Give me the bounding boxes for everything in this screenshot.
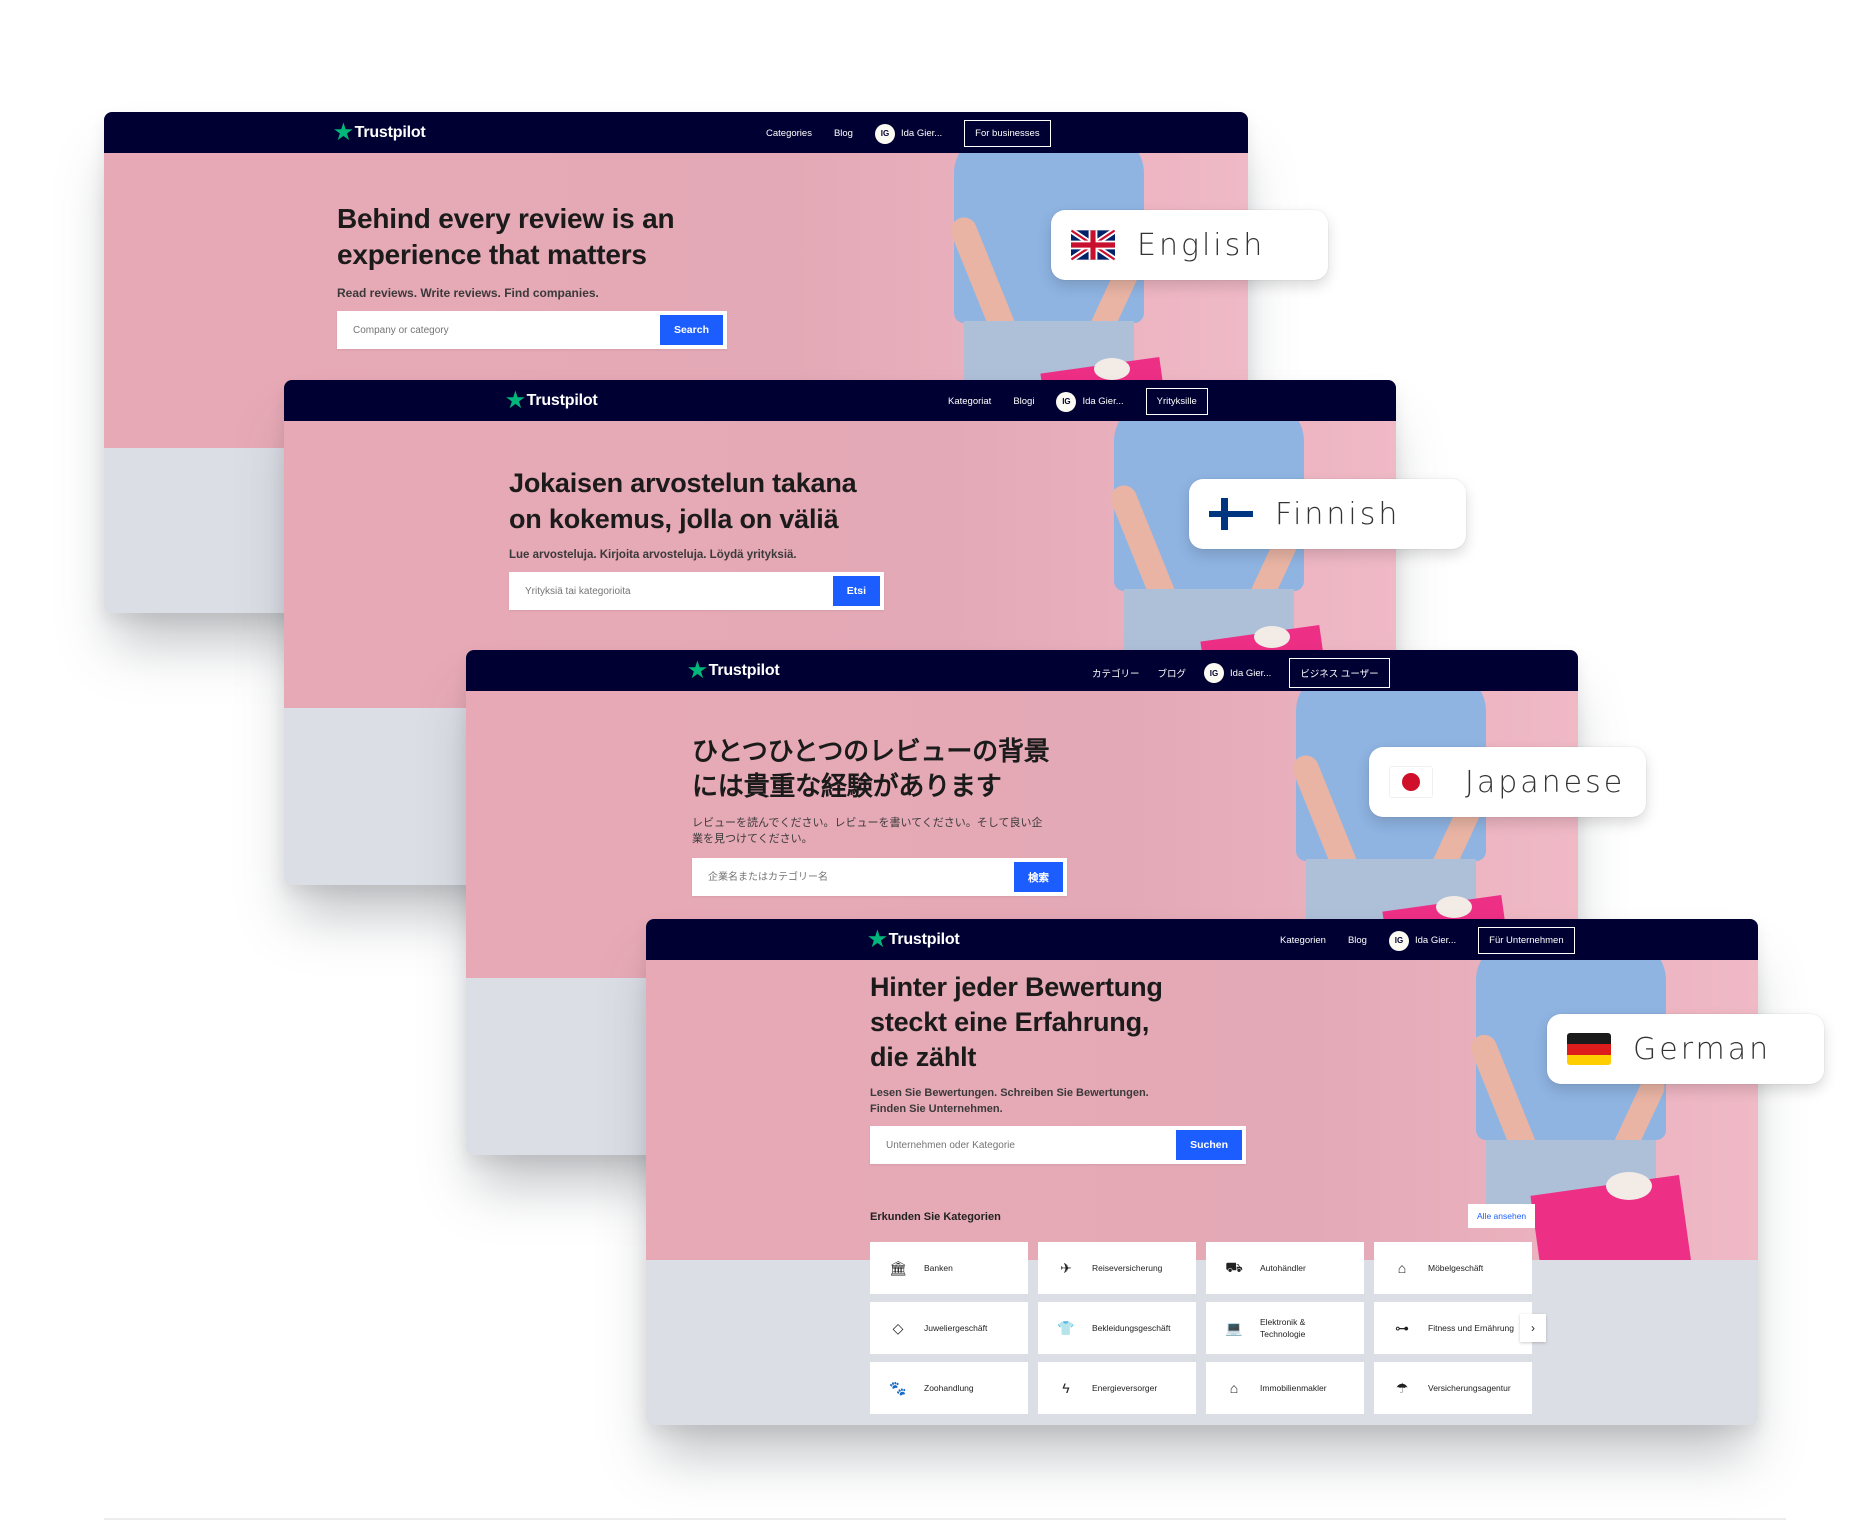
search-button[interactable]: Search: [659, 315, 723, 345]
nav-categories[interactable]: Kategoriat: [948, 396, 991, 407]
business-button[interactable]: ビジネス ユーザー: [1289, 658, 1390, 688]
hero-title: Jokaisen arvostelun takana on kokemus, j…: [509, 468, 857, 534]
germany-flag-icon: [1567, 1033, 1611, 1065]
avatar[interactable]: IG: [1204, 663, 1225, 683]
hero-title: ひとつひとつのレビューの背景 には貴重な経験があります: [692, 737, 1050, 802]
nav-categories[interactable]: カテゴリー: [1092, 666, 1140, 680]
house-icon: ⌂: [1229, 1380, 1239, 1396]
header-nav: Kategorien Blog IG Ida Gier... Für Unter…: [1280, 927, 1575, 954]
category-item[interactable]: ϟ Energieversorger: [1038, 1362, 1196, 1414]
bank-icon: 🏛: [889, 1259, 907, 1276]
hero-subtitle: Read reviews. Write reviews. Find compan…: [337, 286, 599, 300]
nav-blog[interactable]: Blog: [1348, 935, 1367, 946]
dumbbell-icon: ⊶: [1395, 1319, 1409, 1336]
category-item[interactable]: 🏛 Banken: [870, 1242, 1028, 1294]
paw-icon: 🐾: [889, 1379, 907, 1396]
chevron-right-icon: ›: [1531, 1321, 1535, 1335]
search-bar: Etsi: [509, 572, 884, 610]
card-german: ★ Trustpilot Kategorien Blog IG Ida Gier.…: [646, 919, 1758, 1425]
search-input[interactable]: [351, 323, 660, 337]
nav-blog[interactable]: Blog: [834, 128, 853, 139]
search-input[interactable]: [884, 1138, 1177, 1152]
user-name[interactable]: Ida Gier...: [901, 128, 942, 139]
trustpilot-logo[interactable]: ★ Trustpilot: [506, 390, 598, 411]
category-item[interactable]: ⛟ Autohändler: [1206, 1242, 1364, 1294]
trustpilot-logo[interactable]: ★ Trustpilot: [688, 660, 780, 681]
trustpilot-logo[interactable]: ★ Trustpilot: [868, 929, 960, 950]
site-header: ★ Trustpilot Kategorien Blog IG Ida Gier.…: [646, 919, 1758, 960]
carousel-next-button[interactable]: ›: [1520, 1314, 1546, 1342]
search-bar: 検索: [692, 858, 1067, 896]
language-pill-german: German: [1547, 1014, 1824, 1084]
language-pill-english: English: [1051, 210, 1328, 280]
star-icon: ★: [688, 659, 707, 682]
avatar[interactable]: IG: [1056, 391, 1077, 412]
avatar[interactable]: IG: [1388, 930, 1409, 951]
site-header: ★ Trustpilot カテゴリー ブログ IG Ida Gier... ビジネ…: [466, 650, 1578, 691]
user-name[interactable]: Ida Gier...: [1230, 668, 1271, 679]
user-name[interactable]: Ida Gier...: [1415, 935, 1456, 946]
airplane-icon: ✈: [1060, 1259, 1072, 1276]
business-button[interactable]: Yrityksille: [1145, 388, 1208, 415]
language-label: English: [1137, 227, 1266, 263]
search-bar: Search: [337, 311, 727, 349]
laptop-icon: 💻: [1225, 1319, 1243, 1336]
search-bar: Suchen: [870, 1126, 1246, 1164]
categories-heading: Erkunden Sie Kategorien: [870, 1211, 1001, 1223]
nav-categories[interactable]: Categories: [766, 128, 812, 139]
language-pill-finnish: Finnish: [1189, 479, 1466, 549]
site-header: ★ Trustpilot Categories Blog IG Ida Gier.…: [104, 112, 1248, 153]
hero-subtitle: Lesen Sie Bewertungen. Schreiben Sie Bew…: [870, 1087, 1149, 1115]
search-button[interactable]: 検索: [1014, 862, 1063, 892]
category-item[interactable]: ✈ Reiseversicherung: [1038, 1242, 1196, 1294]
language-label: German: [1633, 1031, 1772, 1067]
see-all-button[interactable]: Alle ansehen: [1468, 1204, 1536, 1228]
user-name[interactable]: Ida Gier...: [1082, 396, 1123, 407]
japan-flag-icon: [1389, 766, 1433, 798]
hero-subtitle: レビューを読んでください。レビューを書いてください。そして良い企 業を見つけてく…: [692, 816, 1043, 845]
search-button[interactable]: Suchen: [1176, 1130, 1242, 1160]
finland-flag-icon: [1209, 498, 1253, 530]
category-item[interactable]: 🐾 Zoohandlung: [870, 1362, 1028, 1414]
shirt-icon: 👕: [1057, 1319, 1075, 1336]
header-nav: Categories Blog IG Ida Gier... For busin…: [766, 120, 1051, 147]
site-header: ★ Trustpilot Kategoriat Blogi IG Ida Gier…: [284, 380, 1396, 421]
car-icon: ⛟: [1225, 1258, 1243, 1275]
star-icon: ★: [334, 121, 353, 144]
diamond-icon: ◇: [892, 1319, 904, 1336]
header-nav: カテゴリー ブログ IG Ida Gier... ビジネス ユーザー: [1092, 658, 1390, 688]
category-item[interactable]: 💻 Elektronik & Technologie: [1206, 1302, 1364, 1354]
business-button[interactable]: Für Unternehmen: [1478, 927, 1575, 954]
category-item[interactable]: ⊶ Fitness und Ernährung: [1374, 1302, 1532, 1354]
divider: [104, 1518, 1786, 1520]
nav-blog[interactable]: Blogi: [1013, 396, 1034, 407]
nav-categories[interactable]: Kategorien: [1280, 935, 1326, 946]
category-item[interactable]: ☂ Versicherungsagentur: [1374, 1362, 1532, 1414]
category-item[interactable]: ◇ Juweliergeschäft: [870, 1302, 1028, 1354]
header-nav: Kategoriat Blogi IG Ida Gier... Yrityksi…: [948, 388, 1208, 415]
business-button[interactable]: For businesses: [964, 120, 1051, 147]
category-item[interactable]: 👕 Bekleidungsgeschäft: [1038, 1302, 1196, 1354]
category-item[interactable]: ⌂ Immobilienmakler: [1206, 1362, 1364, 1414]
star-icon: ★: [506, 389, 525, 412]
uk-flag-icon: [1071, 229, 1115, 261]
umbrella-icon: ☂: [1395, 1379, 1409, 1396]
search-button[interactable]: Etsi: [832, 576, 880, 606]
trustpilot-logo[interactable]: ★ Trustpilot: [334, 122, 426, 143]
star-icon: ★: [868, 928, 887, 951]
language-label: Finnish: [1275, 496, 1401, 532]
hero-section: Hinter jeder Bewertung steckt eine Erfah…: [646, 960, 1758, 1260]
avatar[interactable]: IG: [874, 123, 895, 144]
language-label: Japanese: [1465, 764, 1626, 800]
lightning-icon: ϟ: [1062, 1380, 1070, 1396]
search-input[interactable]: [523, 584, 833, 598]
armchair-icon: ⌂: [1397, 1260, 1407, 1276]
category-item[interactable]: ⌂ Möbelgeschäft: [1374, 1242, 1532, 1294]
hero-title: Behind every review is an experience tha…: [337, 203, 675, 270]
search-input[interactable]: [706, 870, 1014, 884]
hero-title: Hinter jeder Bewertung steckt eine Erfah…: [870, 972, 1163, 1072]
language-pill-japanese: Japanese: [1369, 747, 1646, 817]
hero-subtitle: Lue arvosteluja. Kirjoita arvosteluja. L…: [509, 549, 797, 561]
nav-blog[interactable]: ブログ: [1158, 666, 1187, 680]
